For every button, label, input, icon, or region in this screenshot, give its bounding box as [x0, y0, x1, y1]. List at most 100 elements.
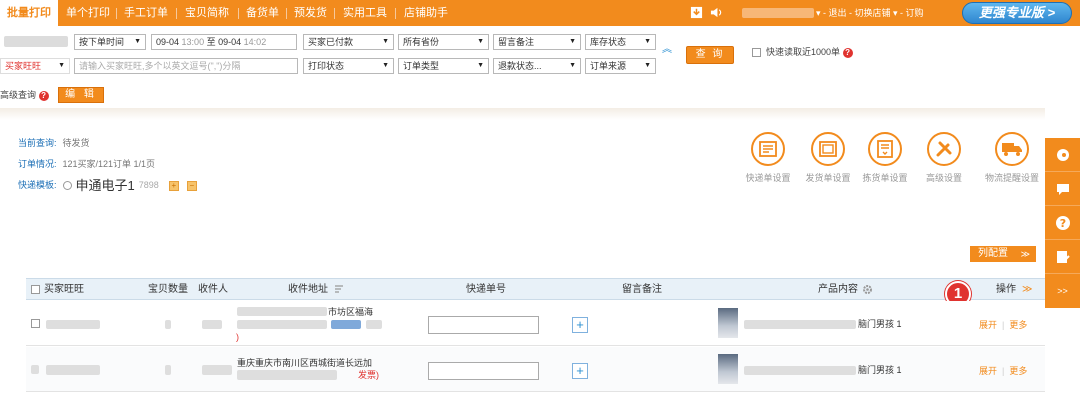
remove-template-icon[interactable]: −: [186, 180, 197, 191]
column-header-address[interactable]: 收件地址: [288, 283, 328, 296]
column-header-recipient[interactable]: 收件人: [198, 283, 228, 296]
top-nav-bar: 批量打印 单个打印 手工订单 宝贝简称 备货单 预发货 实用工具 店铺助手 ▾ …: [0, 0, 1080, 26]
column-config-button[interactable]: 列配置 ≫: [970, 246, 1036, 262]
address-blur: [366, 320, 382, 329]
address-line: 重庆重庆市南川区西城街道长远加: [237, 358, 373, 368]
nav-divider: [395, 8, 396, 19]
tracking-number-input[interactable]: [428, 362, 539, 380]
pick-sheet-icon: [877, 140, 893, 158]
table-row[interactable]: 重庆重庆市南川区西城街道长远加 发票) + 脑门男孩 1 展开 | 更多: [26, 347, 1045, 392]
more-link[interactable]: 更多: [1009, 320, 1027, 330]
column-header-buyer[interactable]: 买家旺旺: [44, 283, 84, 296]
pay-status-select[interactable]: 买家已付款 ▼: [303, 34, 394, 50]
print-status-select[interactable]: 打印状态 ▼: [303, 58, 394, 74]
express-template-name[interactable]: 申通电子1: [76, 178, 135, 193]
tab-shop-assistant[interactable]: 店铺助手: [404, 0, 448, 26]
row-checkbox[interactable]: [31, 319, 40, 328]
tab-pre-ship[interactable]: 预发货: [294, 0, 327, 26]
message-icon: [1056, 183, 1069, 195]
express-sheet-icon: [759, 141, 777, 157]
address-note: 发票): [358, 370, 379, 380]
chevron-down-icon[interactable]: ≫: [1022, 283, 1032, 296]
date-range-field[interactable]: 09-04 13:00 至 09-04 14:02: [151, 34, 297, 50]
nav-divider: [176, 8, 177, 19]
table-row[interactable]: 市坊区福海 ) + 脑门男孩 1 展开 | 更多: [26, 301, 1045, 346]
filter-icon[interactable]: [334, 284, 344, 295]
more-link[interactable]: 更多: [1009, 366, 1027, 376]
column-header-tracking[interactable]: 快递单号: [466, 283, 506, 296]
sidebar-item-contact[interactable]: [1045, 138, 1080, 172]
buyer-type-select[interactable]: 买家旺旺 ▼: [0, 58, 70, 74]
express-template-count: 7898: [138, 180, 159, 191]
column-header-actions: 操作: [996, 284, 1016, 295]
tracking-number-input[interactable]: [428, 316, 539, 334]
gear-icon[interactable]: [862, 284, 873, 295]
sidebar-item-messages[interactable]: [1045, 172, 1080, 206]
chat-icon: [1056, 148, 1069, 161]
column-header-quantity[interactable]: 宝贝数量: [148, 283, 188, 296]
tab-utilities[interactable]: 实用工具: [343, 0, 387, 26]
tab-single-print[interactable]: 单个打印: [66, 0, 110, 26]
row-checkbox[interactable]: [31, 365, 39, 374]
add-tracking-button[interactable]: +: [572, 363, 588, 379]
buyer-name: [46, 320, 100, 329]
account-links[interactable]: ▾ - 退出 - 切换店铺 ▾ - 订购: [816, 0, 924, 26]
product-content: 脑门男孩 1: [858, 365, 902, 375]
sidebar-item-help[interactable]: ?: [1045, 206, 1080, 240]
memo-select[interactable]: 留言备注 ▼: [493, 34, 581, 50]
product-thumbnail[interactable]: [718, 308, 738, 338]
product-title-blur: [744, 320, 856, 329]
recipient-name: [202, 320, 222, 329]
ship-sheet-icon: [819, 141, 837, 157]
row-actions: 展开 | 更多: [979, 366, 1028, 376]
order-source-select[interactable]: 订单来源 ▼: [585, 58, 656, 74]
expand-link[interactable]: 展开: [979, 320, 997, 330]
edit-button[interactable]: 编 辑: [58, 87, 104, 103]
table-header: 买家旺旺 宝贝数量 收件人 收件地址 快递单号 留言备注 产品内容 操作 ≫: [26, 278, 1045, 300]
province-select[interactable]: 所有省份 ▼: [398, 34, 489, 50]
expand-link[interactable]: 展开: [979, 366, 997, 376]
speaker-icon[interactable]: [710, 6, 723, 19]
tab-manual-order[interactable]: 手工订单: [124, 0, 168, 26]
product-thumbnail[interactable]: [718, 354, 738, 384]
column-header-memo[interactable]: 留言备注: [622, 283, 662, 296]
template-radio[interactable]: [62, 181, 72, 191]
pick-sheet-settings[interactable]: 拣货单设置: [855, 132, 915, 184]
order-type-select[interactable]: 订单类型 ▼: [398, 58, 489, 74]
product-title-blur: [744, 366, 856, 375]
address-blur: [237, 320, 327, 329]
sidebar-expand-icon[interactable]: >>: [1045, 274, 1080, 308]
refund-status-select[interactable]: 退款状态... ▼: [493, 58, 581, 74]
help-icon[interactable]: ?: [38, 90, 49, 101]
add-tracking-button[interactable]: +: [572, 317, 588, 333]
add-template-icon[interactable]: +: [168, 180, 179, 191]
order-summary-row: 订单情况: 121买家/121订单 1/1页: [18, 159, 156, 169]
download-icon[interactable]: [690, 6, 703, 19]
ship-sheet-settings[interactable]: 发货单设置: [798, 132, 858, 184]
tab-batch-print[interactable]: 批量打印: [0, 0, 58, 26]
tab-stock-list[interactable]: 备货单: [246, 0, 279, 26]
advanced-settings[interactable]: 高级设置: [914, 132, 974, 184]
help-icon[interactable]: ?: [842, 47, 853, 58]
address-blur: [237, 307, 327, 316]
item-quantity: [165, 320, 171, 329]
question-icon: ?: [1055, 215, 1070, 230]
fast-read-checkbox[interactable]: [752, 48, 761, 57]
upgrade-pro-button[interactable]: 更强专业版 >: [962, 2, 1072, 24]
nav-divider: [286, 8, 287, 19]
column-header-product[interactable]: 产品内容: [818, 283, 858, 296]
stock-status-select[interactable]: 库存状态 ▼: [585, 34, 656, 50]
select-all-checkbox[interactable]: [31, 285, 40, 294]
logistics-reminder-settings[interactable]: 物流提醒设置: [982, 132, 1042, 184]
search-button[interactable]: 查 询: [686, 46, 734, 64]
buyer-search-input[interactable]: 请输入买家旺旺,多个以英文逗号(",")分隔: [74, 58, 298, 74]
nav-divider: [334, 8, 335, 19]
product-content: 脑门男孩 1: [858, 319, 902, 329]
order-time-select[interactable]: 按下单时间 ▼: [74, 34, 146, 50]
express-sheet-settings[interactable]: 快递单设置: [738, 132, 798, 184]
section-divider: [0, 108, 1045, 120]
right-sidebar: ? >>: [1045, 138, 1080, 308]
sidebar-item-notes[interactable]: [1045, 240, 1080, 274]
tab-item-alias[interactable]: 宝贝简称: [185, 0, 229, 26]
collapse-filters-icon[interactable]: ︽: [662, 45, 672, 55]
